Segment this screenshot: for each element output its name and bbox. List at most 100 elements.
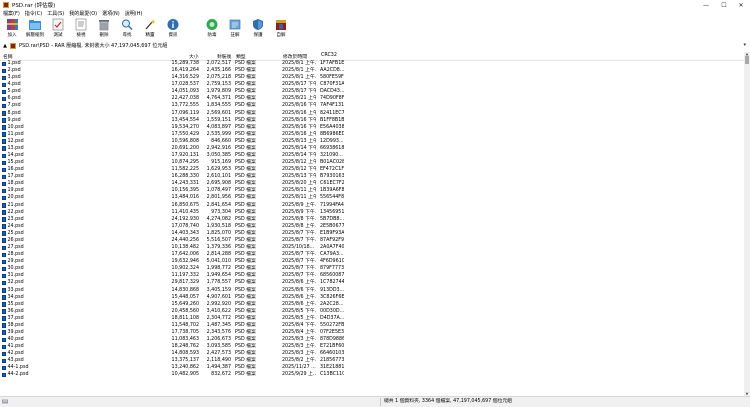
file-row[interactable]: 15.psd 10,874,295 915,169 PSD 檔案 2025/8/12 上…	[0, 159, 744, 166]
comment-button[interactable]: 註解	[224, 17, 246, 40]
view-button[interactable]: 檢視	[70, 17, 92, 40]
menu-file[interactable]: 檔案(F)	[3, 10, 20, 17]
file-row[interactable]: 34.psd 15,448,057 4,907,601 PSD 檔案 2025/8/6 …	[0, 294, 744, 301]
add-button[interactable]: 加入	[1, 17, 23, 40]
menu-options[interactable]: 選項(N)	[102, 10, 120, 17]
file-row[interactable]: 33.psd 14,830,868 3,405,159 PSD 檔案 2025/8/6 …	[0, 287, 744, 294]
menu-help[interactable]: 說明(H)	[125, 10, 143, 17]
column-header-modified[interactable]: 修改於時間	[283, 53, 307, 60]
file-type: PSD 檔案	[235, 160, 256, 166]
file-size: 15,448,057	[171, 294, 199, 300]
file-row[interactable]: 12.psd 10,596,808 846,660 PSD 檔案 2025/8/13 上…	[0, 138, 744, 145]
file-name-cell: 42.psd	[2, 350, 162, 357]
file-row[interactable]: 2.psd 16,419,264 2,435,166 PSD 檔案 2025/8/1 上…	[0, 67, 744, 74]
file-row[interactable]: 26.psd 24,440,256 5,516,507 PSD 檔案 2025/8/7 …	[0, 237, 744, 244]
file-row[interactable]: 32.psd 29,817,329 1,778,557 PSD 檔案 2025/8/6 …	[0, 279, 744, 286]
file-row[interactable]: 38.psd 11,548,702 1,487,345 PSD 檔案 2025/8/4 …	[0, 322, 744, 329]
file-row[interactable]: 36.psd 20,458,560 3,410,622 PSD 檔案 2025/8/5 …	[0, 308, 744, 315]
file-row[interactable]: 17.psd 16,288,330 2,610,101 PSD 檔案 2025/8/13…	[0, 173, 744, 180]
file-row[interactable]: 22.psd 11,410,435 973,304 PSD 檔案 2025/8/9 下午…	[0, 209, 744, 216]
file-row[interactable]: 44-1.psd 13,240,862 1,494,387 PSD 檔案 2025/11…	[0, 364, 744, 371]
column-header-packed[interactable]: 封裝後	[217, 53, 231, 60]
up-folder-icon[interactable]: ▲	[2, 43, 8, 49]
extract-to-button[interactable]: 解壓縮到	[24, 17, 46, 40]
file-packed-size: 2,992,920	[206, 301, 231, 307]
file-modified: 2025/8/16 下午...	[282, 117, 316, 123]
file-row[interactable]: 18.psd 14,243,331 2,695,908 PSD 檔案 2025/8/20…	[0, 180, 744, 187]
file-row[interactable]: 1.psd 15,289,738 2,072,517 PSD 檔案 2025/8/1 上…	[0, 60, 744, 67]
find-button[interactable]: 尋找	[116, 17, 138, 40]
sfx-button[interactable]: 自解	[270, 17, 292, 40]
file-name-cell: 43.psd	[2, 357, 162, 364]
file-row[interactable]: 21.psd 16,850,675 2,841,654 PSD 檔案 2025/8/9 …	[0, 202, 744, 209]
file-type: PSD 檔案	[235, 315, 256, 321]
file-crc: 2A0A7F40	[320, 245, 344, 251]
file-row[interactable]: 5.psd 14,051,093 1,979,809 PSD 檔案 2025/8/17 …	[0, 88, 744, 95]
file-size: 19,534,270	[171, 124, 199, 130]
file-row[interactable]: 4.psd 17,028,537 2,759,153 PSD 檔案 2025/8/17 …	[0, 81, 744, 88]
scrollbar-thumb[interactable]	[745, 56, 749, 64]
file-row[interactable]: 9.psd 13,454,554 1,559,151 PSD 檔案 2025/8/16 …	[0, 117, 744, 124]
file-row[interactable]: 29.psd 19,632,946 5,041,010 PSD 檔案 2025/8/7 …	[0, 258, 744, 265]
file-row[interactable]: 41.psd 18,248,762 3,093,585 PSD 檔案 2025/8/3 …	[0, 343, 744, 350]
file-row[interactable]: 39.psd 17,738,705 2,343,576 PSD 檔案 2025/8/4 …	[0, 329, 744, 336]
column-header-name[interactable]: 名稱	[3, 53, 13, 60]
file-row[interactable]: 11.psd 17,550,429 2,535,999 PSD 檔案 2025/8/16…	[0, 131, 744, 138]
file-row[interactable]: 19.psd 10,156,395 1,078,497 PSD 檔案 2025/8/11…	[0, 187, 744, 194]
file-row[interactable]: 13.psd 20,691,200 2,942,916 PSD 檔案 2025/8/14…	[0, 145, 744, 152]
psd-file-icon	[2, 75, 6, 81]
file-row[interactable]: 30.psd 10,902,324 1,998,772 PSD 檔案 2025/8/7 …	[0, 265, 744, 272]
file-row[interactable]: 3.psd 14,316,529 2,075,218 PSD 檔案 2025/8/1 上…	[0, 74, 744, 81]
column-header-size[interactable]: 大小	[189, 53, 199, 60]
file-size: 14,243,331	[171, 181, 199, 187]
psd-file-icon	[2, 337, 6, 343]
file-row[interactable]: 43.psd 13,375,137 2,118,490 PSD 檔案 2025/8/2 …	[0, 357, 744, 364]
file-size: 15,289,738	[171, 61, 199, 66]
file-type: PSD 檔案	[235, 344, 256, 350]
file-packed-size: 2,304,772	[206, 315, 231, 321]
protect-button[interactable]: 保護	[247, 17, 269, 40]
file-row[interactable]: 7.psd 13,772,555 1,834,555 PSD 檔案 2025/8/16 …	[0, 102, 744, 109]
file-row[interactable]: 44-2.psd 10,482,905 832,672 PSD 檔案 2025/9/29…	[0, 371, 744, 378]
file-modified: 2025/9/29 上...	[282, 372, 316, 378]
file-crc: EF472C1F	[320, 167, 344, 173]
file-row[interactable]: 31.psd 11,197,332 1,949,654 PSD 檔案 2025/8/7 …	[0, 272, 744, 279]
file-row[interactable]: 14.psd 17,920,131 3,050,385 PSD 檔案 2025/8/14…	[0, 152, 744, 159]
file-name-cell: 30.psd	[2, 265, 162, 272]
file-row[interactable]: 35.psd 15,649,260 2,992,920 PSD 檔案 2025/8/6 …	[0, 301, 744, 308]
menu-tools[interactable]: 工具(S)	[47, 10, 64, 17]
menu-favorites[interactable]: 我的最愛(O)	[69, 10, 97, 17]
chevron-down-icon[interactable]: ▾	[743, 42, 746, 48]
file-type: PSD 檔案	[235, 365, 256, 371]
virus-scan-button[interactable]: 防毒	[201, 17, 223, 40]
psd-file-icon	[2, 174, 6, 180]
minimize-button[interactable]: —	[697, 0, 715, 10]
delete-button[interactable]: 刪除	[93, 17, 115, 40]
file-row[interactable]: 28.psd 17,642,006 2,814,288 PSD 檔案 2025/8/7 …	[0, 251, 744, 258]
vertical-scrollbar[interactable]: ▲ ▼	[744, 52, 750, 396]
file-size: 11,582,225	[171, 167, 199, 173]
file-row[interactable]: 23.psd 24,192,930 4,274,082 PSD 檔案 2025/8/8 …	[0, 216, 744, 223]
menu-commands[interactable]: 指令(C)	[25, 10, 42, 17]
maximize-button[interactable]: ☐	[715, 0, 733, 10]
file-modified: 2025/8/11 上午...	[282, 195, 316, 201]
file-row[interactable]: 24.psd 17,078,740 1,930,518 PSD 檔案 2025/8/8 …	[0, 223, 744, 230]
file-row[interactable]: 10.psd 19,534,270 4,083,897 PSD 檔案 2025/8/16…	[0, 124, 744, 131]
test-button[interactable]: 測試	[47, 17, 69, 40]
file-row[interactable]: 20.psd 13,484,016 2,801,956 PSD 檔案 2025/8/11…	[0, 194, 744, 201]
file-packed-size: 2,435,166	[206, 68, 231, 74]
file-row[interactable]: 27.psd 10,138,482 1,379,336 PSD 檔案 2025/10/1…	[0, 244, 744, 251]
file-row[interactable]: 40.psd 11,083,463 1,206,673 PSD 檔案 2025/8/3 …	[0, 336, 744, 343]
file-row[interactable]: 37.psd 18,811,108 2,304,772 PSD 檔案 2025/8/5 …	[0, 315, 744, 322]
file-row[interactable]: 42.psd 14,808,593 2,427,573 PSD 檔案 2025/8/3 …	[0, 350, 744, 357]
column-header-crc[interactable]: CRC32	[321, 53, 337, 58]
file-row[interactable]: 25.psd 14,403,343 1,825,070 PSD 檔案 2025/8/7 …	[0, 230, 744, 237]
wizard-button[interactable]: 精靈	[139, 17, 161, 40]
file-row[interactable]: 8.psd 17,096,119 2,569,601 PSD 檔案 2025/8/16 …	[0, 110, 744, 117]
close-button[interactable]: ✕	[732, 0, 750, 10]
delete-icon	[97, 18, 111, 31]
column-header-type[interactable]: 類型	[236, 53, 246, 60]
file-row[interactable]: 6.psd 22,427,038 4,764,371 PSD 檔案 2025/8/21 …	[0, 95, 744, 102]
info-button[interactable]: 資訊	[162, 17, 184, 40]
file-row[interactable]: 16.psd 11,582,225 1,629,953 PSD 檔案 2025/8/12…	[0, 166, 744, 173]
